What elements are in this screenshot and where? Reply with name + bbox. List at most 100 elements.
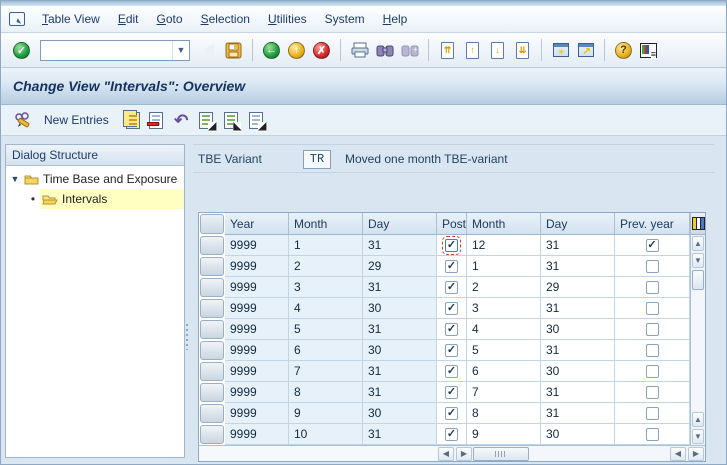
cell-year[interactable]: 9999	[225, 361, 289, 382]
scroll-left-end-icon[interactable]: ◀	[670, 447, 686, 461]
cell-month-2[interactable]: 5	[467, 340, 541, 361]
cell-month-2[interactable]: 8	[467, 403, 541, 424]
cell-day[interactable]: 31	[363, 382, 437, 403]
post-checkbox[interactable]	[445, 239, 458, 252]
select-all-rows-button[interactable]	[200, 214, 224, 234]
row-selector-button[interactable]	[200, 341, 224, 360]
prev-year-checkbox[interactable]	[646, 239, 659, 252]
horizontal-scroll-track[interactable]	[529, 446, 669, 461]
cell-day-2[interactable]: 31	[541, 382, 615, 403]
cell-month[interactable]: 4	[289, 298, 363, 319]
post-checkbox[interactable]	[445, 428, 458, 441]
row-selector-button[interactable]	[200, 299, 224, 318]
cell-year[interactable]: 9999	[225, 340, 289, 361]
scroll-up-icon[interactable]: ▲	[692, 236, 704, 251]
cell-year[interactable]: 9999	[225, 403, 289, 424]
cell-year[interactable]: 9999	[225, 382, 289, 403]
enter-icon[interactable]: ✓	[11, 40, 32, 61]
column-header-day[interactable]: Day	[363, 213, 437, 235]
cell-year[interactable]: 9999	[225, 235, 289, 256]
menu-item-utilities[interactable]: Utilities	[259, 10, 316, 28]
undo-icon[interactable]: ↶	[171, 110, 192, 131]
command-input[interactable]	[41, 42, 172, 59]
cell-month[interactable]: 6	[289, 340, 363, 361]
new-session-icon[interactable]: ✳	[550, 40, 571, 61]
prev-year-checkbox[interactable]	[646, 407, 659, 420]
command-dropdown-icon[interactable]: ▼	[172, 41, 189, 60]
prev-year-checkbox[interactable]	[646, 344, 659, 357]
row-selector-button[interactable]	[200, 257, 224, 276]
scroll-down-icon[interactable]: ▼	[692, 253, 704, 268]
cell-month-2[interactable]: 9	[467, 424, 541, 445]
cancel-icon[interactable]: ✗	[311, 40, 332, 61]
cell-day-2[interactable]: 29	[541, 277, 615, 298]
cell-day-2[interactable]: 31	[541, 235, 615, 256]
last-page-icon[interactable]: ⇊	[512, 40, 533, 61]
row-selector-button[interactable]	[200, 383, 224, 402]
cell-month-2[interactable]: 3	[467, 298, 541, 319]
post-checkbox[interactable]	[445, 386, 458, 399]
scroll-right-end-icon[interactable]: ▶	[688, 447, 704, 461]
cell-day-2[interactable]: 31	[541, 403, 615, 424]
cell-month-2[interactable]: 6	[467, 361, 541, 382]
select-block-icon[interactable]: ◣	[221, 110, 242, 131]
first-page-icon[interactable]: ⇈	[437, 40, 458, 61]
cell-month[interactable]: 5	[289, 319, 363, 340]
post-checkbox[interactable]	[445, 344, 458, 357]
menu-item-goto[interactable]: Goto	[148, 10, 192, 28]
row-selector-button[interactable]	[200, 320, 224, 339]
cell-day[interactable]: 30	[363, 340, 437, 361]
menu-item-selection[interactable]: Selection	[192, 10, 259, 28]
cell-month[interactable]: 2	[289, 256, 363, 277]
column-header-day-2[interactable]: Day	[541, 213, 615, 235]
cell-day-2[interactable]: 30	[541, 424, 615, 445]
next-page-icon[interactable]: ↓	[487, 40, 508, 61]
cell-month[interactable]: 1	[289, 235, 363, 256]
cell-day-2[interactable]: 31	[541, 340, 615, 361]
command-field[interactable]: ▼	[40, 40, 190, 61]
cell-month-2[interactable]: 2	[467, 277, 541, 298]
cell-month-2[interactable]: 1	[467, 256, 541, 277]
delete-icon[interactable]	[146, 110, 167, 131]
find-next-icon[interactable]: +	[399, 40, 420, 61]
cell-month-2[interactable]: 4	[467, 319, 541, 340]
previous-page-icon[interactable]: ↑	[462, 40, 483, 61]
table-settings-button[interactable]	[691, 213, 705, 235]
row-selector-button[interactable]	[200, 278, 224, 297]
menu-item-table-view[interactable]: Table View	[33, 10, 109, 28]
horizontal-scrollbar[interactable]: ◀ ▶ ◀ ▶	[199, 445, 705, 461]
menu-item-edit[interactable]: Edit	[109, 10, 148, 28]
prev-year-checkbox[interactable]	[646, 302, 659, 315]
deselect-all-icon[interactable]: ◢	[246, 110, 267, 131]
cell-month-2[interactable]: 7	[467, 382, 541, 403]
prev-year-checkbox[interactable]	[646, 386, 659, 399]
back-icon[interactable]: ←	[261, 40, 282, 61]
create-shortcut-icon[interactable]: ↗	[575, 40, 596, 61]
cell-day-2[interactable]: 30	[541, 319, 615, 340]
new-entries-button[interactable]: New Entries	[44, 113, 109, 127]
print-icon[interactable]	[349, 40, 370, 61]
cell-year[interactable]: 9999	[225, 424, 289, 445]
cell-month[interactable]: 9	[289, 403, 363, 424]
copy-as-icon[interactable]	[121, 110, 142, 131]
cell-month-2[interactable]: 12	[467, 235, 541, 256]
prev-year-checkbox[interactable]	[646, 365, 659, 378]
cell-year[interactable]: 9999	[225, 298, 289, 319]
cell-day-2[interactable]: 31	[541, 298, 615, 319]
row-selector-button[interactable]	[200, 425, 224, 444]
row-selector-button[interactable]	[200, 362, 224, 381]
prev-year-checkbox[interactable]	[646, 260, 659, 273]
scroll-left-icon[interactable]: ◀	[438, 447, 454, 461]
cell-month[interactable]: 3	[289, 277, 363, 298]
tree-node-intervals[interactable]: •Intervals	[6, 189, 184, 209]
cell-day[interactable]: 29	[363, 256, 437, 277]
vertical-scrollbar[interactable]: ▲ ▼ ▲ ▼	[690, 213, 705, 445]
help-icon[interactable]: ?	[613, 40, 634, 61]
post-checkbox[interactable]	[445, 323, 458, 336]
column-header-prev-year[interactable]: Prev. year	[615, 213, 690, 235]
menu-item-system[interactable]: System	[316, 10, 374, 28]
tbe-variant-field[interactable]: TR	[303, 150, 331, 169]
prev-year-checkbox[interactable]	[646, 428, 659, 441]
scroll-page-up-icon[interactable]: ▲	[692, 412, 704, 427]
prev-year-checkbox[interactable]	[646, 281, 659, 294]
